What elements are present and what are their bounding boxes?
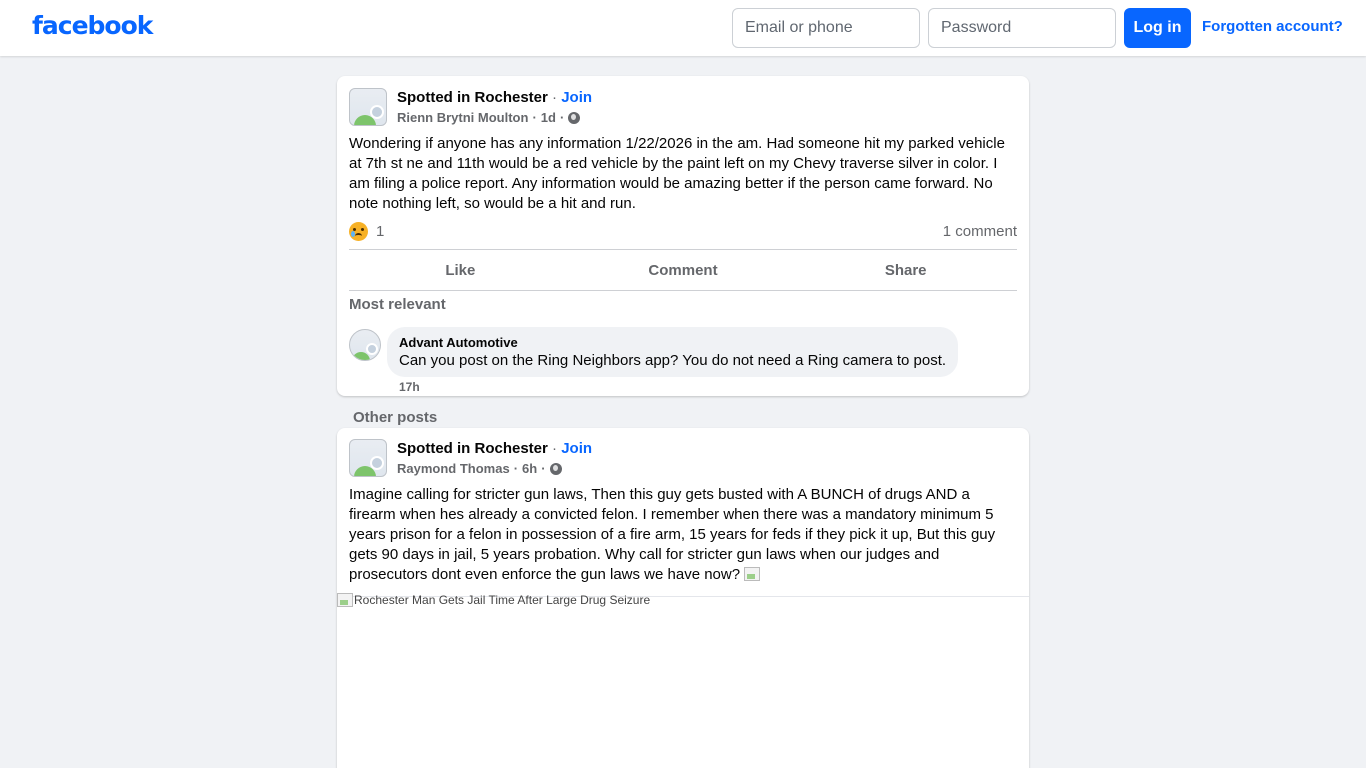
group-avatar[interactable] [349,88,387,126]
separator: · [552,440,558,457]
password-field[interactable] [928,8,1116,48]
sad-reaction-icon [349,222,368,241]
post-text: Imagine calling for stricter gun laws, T… [349,485,1017,585]
image-alt-label: Rochester Man Gets Jail Time After Large… [354,593,651,607]
reaction-count: 1 [376,223,385,240]
separator: · [541,461,546,476]
globe-icon [568,111,581,124]
post-time[interactable]: 1d [541,110,556,125]
separator: · [513,461,519,476]
post-text-body: Imagine calling for stricter gun laws, T… [349,486,996,583]
post-actions: Like Comment Share [349,250,1017,290]
separator: · [552,89,558,106]
globe-icon [549,462,562,475]
group-avatar[interactable] [349,439,387,477]
join-link[interactable]: Join [561,89,592,106]
comment-bubble: Advant Automotive Can you post on the Ri… [387,327,959,377]
separator: · [559,110,565,125]
share-button[interactable]: Share [794,250,1017,290]
post-time[interactable]: 6h [522,461,537,476]
post-card: Spotted in Rochester · Join Rienn Brytni… [337,76,1029,396]
commenter-avatar[interactable] [349,329,381,361]
post-meta: Rienn Brytni Moulton · 1d · [397,110,581,125]
other-posts-heading: Other posts [353,409,438,426]
post-header: Spotted in Rochester · Join [397,89,592,106]
comment-count[interactable]: 1 comment [943,223,1017,240]
email-field[interactable] [732,8,920,48]
like-button[interactable]: Like [349,250,572,290]
post-text: Wondering if anyone has any information … [349,135,1005,212]
post-meta: Raymond Thomas · 6h · [397,461,562,476]
author-name[interactable]: Rienn Brytni Moulton [397,110,528,125]
facebook-logo[interactable]: facebook [32,11,153,40]
comment-button[interactable]: Comment [572,250,795,290]
image-alt-text: Rochester Man Gets Jail Time After Large… [337,593,650,607]
top-bar: facebook Log in Forgotten account? [0,0,1366,56]
comment-text: Can you post on the Ring Neighbors app? … [399,352,947,369]
login-button[interactable]: Log in [1124,8,1191,48]
broken-image-icon [337,593,353,607]
author-name[interactable]: Raymond Thomas [397,461,510,476]
post-card: Spotted in Rochester · Join Raymond Thom… [337,428,1029,768]
broken-image-icon [744,567,761,581]
group-name[interactable]: Spotted in Rochester [397,440,548,457]
post-image[interactable]: Rochester Man Gets Jail Time After Large… [337,593,1029,768]
group-name[interactable]: Spotted in Rochester [397,89,548,106]
reaction-summary[interactable]: 1 [349,222,384,241]
comment-sort-dropdown[interactable]: Most relevant [349,296,446,313]
post-header: Spotted in Rochester · Join [397,440,592,457]
comment-time[interactable]: 17h [399,380,420,394]
divider [349,290,1017,291]
separator: · [532,110,537,125]
comment-author[interactable]: Advant Automotive [399,335,946,351]
join-link[interactable]: Join [561,440,592,457]
forgot-account-link[interactable]: Forgotten account? [1202,18,1343,35]
